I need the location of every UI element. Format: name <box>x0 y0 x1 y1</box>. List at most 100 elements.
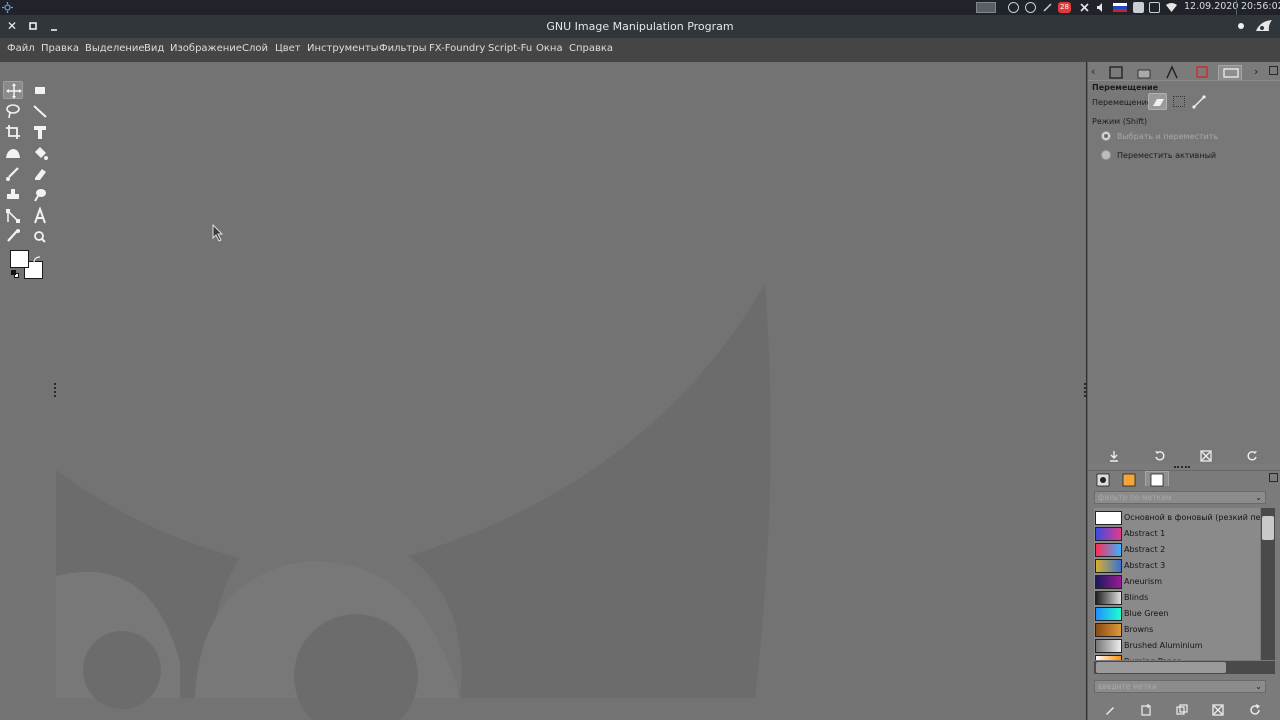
gradient-swatch <box>1095 543 1122 557</box>
radio-move-active-label[interactable]: Переместить активный <box>1117 151 1216 160</box>
edit-gradient-icon[interactable] <box>1104 701 1116 715</box>
tag-filter-combo[interactable]: фильтр по меткам ⌄ <box>1094 491 1266 504</box>
tab-fonts-icon[interactable] <box>1160 65 1184 80</box>
wifi-icon[interactable] <box>1166 2 1177 13</box>
list-item[interactable]: Abstract 2 <box>1094 542 1260 558</box>
dock-scroll-right-icon[interactable]: › <box>1254 65 1264 78</box>
tab-gradients-icon[interactable] <box>1145 471 1169 487</box>
crop-tool-icon[interactable] <box>3 123 23 141</box>
save-options-icon[interactable] <box>1108 447 1120 462</box>
keep-above-icon[interactable] <box>1238 23 1244 29</box>
gradient-swatch <box>1095 591 1122 605</box>
tab-images-icon[interactable] <box>1104 65 1128 80</box>
smudge-tool-icon[interactable] <box>30 186 50 204</box>
window-switcher-icon[interactable] <box>976 2 996 13</box>
menu-windows[interactable]: Окна <box>536 43 563 54</box>
restore-options-icon[interactable] <box>1154 447 1166 461</box>
list-item[interactable]: Browns <box>1094 622 1260 638</box>
unified-transform-tool-icon[interactable] <box>30 123 50 141</box>
menu-tools[interactable]: Инструменты <box>307 43 379 54</box>
wilber-watermark <box>56 284 771 720</box>
menu-select[interactable]: Выделение <box>85 43 145 54</box>
tab-undo-history-icon[interactable] <box>1190 65 1214 80</box>
link-icon[interactable] <box>1042 2 1053 13</box>
tab-patterns-icon[interactable] <box>1132 65 1156 80</box>
battery-icon[interactable] <box>1149 2 1160 13</box>
menu-filters[interactable]: Фильтры <box>379 43 426 54</box>
paintbrush-tool-icon[interactable] <box>3 165 23 183</box>
window-title: GNU Image Manipulation Program <box>546 20 734 33</box>
default-colors-icon[interactable] <box>11 270 19 278</box>
eraser-tool-icon[interactable] <box>30 165 50 183</box>
radio-pick-move-label[interactable]: Выбрать и переместить <box>1117 132 1218 141</box>
menu-layer[interactable]: Слой <box>242 43 268 54</box>
list-item[interactable]: Основной в фоновый (резкий переход) <box>1094 510 1260 526</box>
move-label: Перемещение: <box>1092 98 1155 107</box>
delete-gradient-icon[interactable] <box>1212 701 1224 716</box>
list-item[interactable]: Blue Green <box>1094 606 1260 622</box>
warp-tool-icon[interactable] <box>3 144 23 162</box>
gradient-list-hscroll[interactable] <box>1094 661 1275 674</box>
text-tool-icon[interactable] <box>30 206 50 225</box>
tab-tool-options-icon[interactable] <box>1218 65 1242 80</box>
gradient-list[interactable]: Основной в фоновый (резкий переход) Abstr… <box>1094 508 1260 660</box>
new-gradient-icon[interactable] <box>1140 701 1152 716</box>
keyboard-layout-icon[interactable] <box>1113 3 1127 12</box>
volume-icon[interactable] <box>1096 2 1107 13</box>
list-item[interactable]: Abstract 1 <box>1094 526 1260 542</box>
bluetooth-icon[interactable] <box>1079 2 1090 13</box>
lasso-tool-icon[interactable] <box>3 102 23 120</box>
move-layer-button[interactable] <box>1148 93 1167 110</box>
color-picker-tool-icon[interactable] <box>3 228 23 246</box>
menu-script-fu[interactable]: Script-Fu <box>488 43 532 54</box>
media-icon[interactable] <box>1025 2 1036 13</box>
clipboard-icon[interactable] <box>1133 2 1144 13</box>
menu-edit[interactable]: Правка <box>41 43 79 54</box>
tag-entry-combo[interactable]: введите метки ⌄ <box>1094 680 1266 693</box>
move-selection-button[interactable] <box>1173 96 1185 107</box>
list-item[interactable]: Aneurism <box>1094 574 1260 590</box>
bucket-fill-tool-icon[interactable] <box>30 144 50 162</box>
duplicate-gradient-icon[interactable] <box>1176 701 1188 715</box>
menu-file[interactable]: Файл <box>7 43 35 54</box>
tab-gradients-preview-icon[interactable] <box>1119 472 1143 487</box>
menu-view[interactable]: Вид <box>144 43 164 54</box>
swap-colors-icon[interactable] <box>33 250 42 264</box>
list-item[interactable]: Burning Paper <box>1094 654 1260 660</box>
left-dock-grip[interactable] <box>54 383 56 397</box>
radio-pick-move[interactable] <box>1101 131 1111 141</box>
menu-help[interactable]: Справка <box>569 43 613 54</box>
list-item[interactable]: Brushed Aluminium <box>1094 638 1260 654</box>
list-item[interactable]: Blinds <box>1094 590 1260 606</box>
gradient-list-scrollbar[interactable] <box>1261 508 1275 660</box>
notification-badge[interactable]: 28 <box>1058 2 1071 13</box>
refresh-gradients-icon[interactable] <box>1249 701 1261 715</box>
foreground-color-swatch[interactable] <box>10 250 29 268</box>
rect-select-tool-icon[interactable] <box>30 81 50 99</box>
clone-tool-icon[interactable] <box>3 186 23 204</box>
dock-menu-icon[interactable] <box>1269 66 1278 75</box>
move-path-button[interactable] <box>1192 94 1206 109</box>
menu-colors[interactable]: Цвет <box>275 43 301 54</box>
image-canvas[interactable] <box>0 62 1086 720</box>
dock-scroll-left-icon[interactable]: ‹ <box>1091 65 1101 78</box>
right-dock-grip[interactable] <box>1084 383 1086 397</box>
delete-options-icon[interactable] <box>1200 447 1212 462</box>
radio-move-active[interactable] <box>1101 150 1111 160</box>
list-item[interactable]: Abstract 3 <box>1094 558 1260 574</box>
lower-dock-menu-icon[interactable] <box>1269 473 1278 482</box>
app-launcher-icon[interactable] <box>2 2 13 13</box>
move-tool-icon[interactable] <box>3 81 23 99</box>
reset-options-icon[interactable] <box>1246 447 1258 461</box>
paths-tool-icon[interactable] <box>3 207 23 225</box>
steam-icon[interactable] <box>1008 2 1019 13</box>
fuzzy-select-tool-icon[interactable] <box>30 102 50 120</box>
menu-fx-foundry[interactable]: FX-Foundry <box>429 43 485 54</box>
zoom-tool-icon[interactable] <box>30 228 50 246</box>
gradient-name: Brushed Aluminium <box>1124 641 1203 650</box>
menu-image[interactable]: Изображение <box>170 43 242 54</box>
tab-brushes-icon[interactable] <box>1092 472 1116 487</box>
dock-separator-grip[interactable] <box>1174 466 1190 468</box>
gradient-swatch <box>1095 511 1122 525</box>
gradient-swatch <box>1095 527 1122 541</box>
